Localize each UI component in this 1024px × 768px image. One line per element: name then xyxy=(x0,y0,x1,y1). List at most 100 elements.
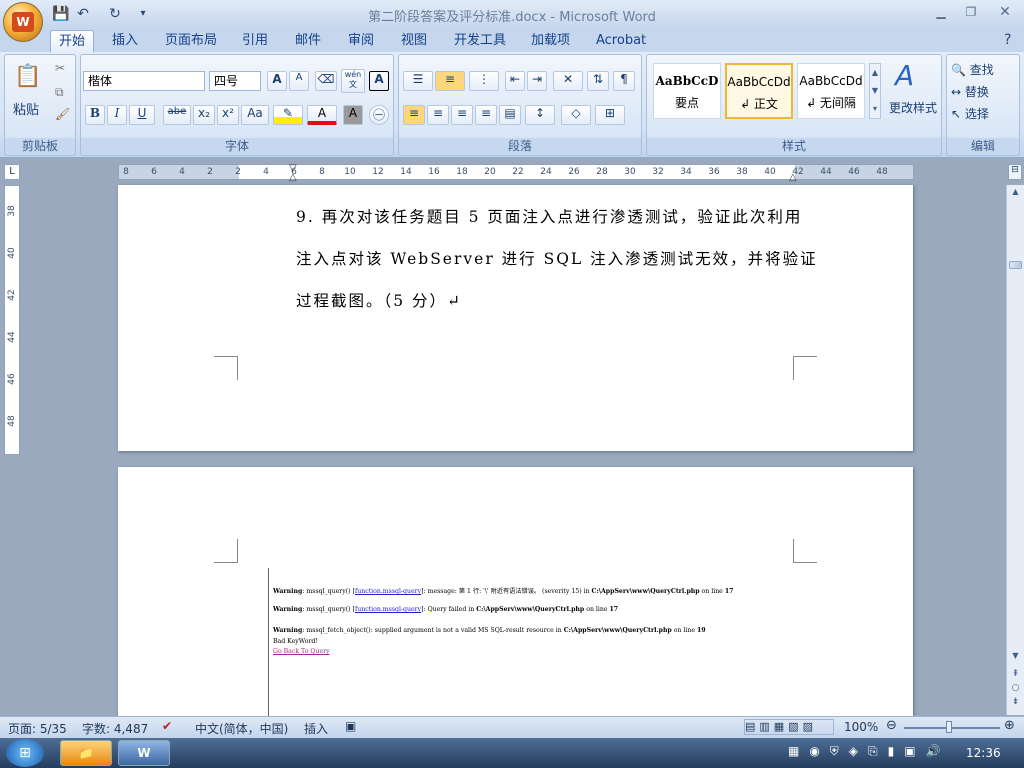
system-tray-icons[interactable]: ▦◉⛨◈⎘▮▣🔊 xyxy=(788,744,951,759)
zoom-in-icon[interactable]: ⊕ xyxy=(1004,718,1015,733)
office-button[interactable]: W xyxy=(3,2,43,42)
close-button[interactable]: ✕ xyxy=(992,3,1018,21)
word-count[interactable]: 字数: 4,487 xyxy=(82,720,148,737)
decrease-indent-icon[interactable]: ⇤ xyxy=(505,71,525,91)
copy-icon[interactable]: ⧉ xyxy=(55,85,64,100)
explorer-taskbar-icon[interactable]: 📁 xyxy=(60,740,112,766)
highlight-icon[interactable]: ✎ xyxy=(273,105,303,125)
word-taskbar-icon[interactable]: W xyxy=(118,740,170,766)
shading-icon[interactable]: ◇ xyxy=(561,105,591,125)
styles-scroll-icon[interactable]: ▲ ▼ ▾ xyxy=(869,63,881,119)
zoom-slider[interactable] xyxy=(904,727,1000,729)
replace-label: 替换 xyxy=(964,85,989,99)
justify-icon[interactable]: ≡ xyxy=(475,105,497,125)
tab-addins[interactable]: 加载项 xyxy=(523,30,578,52)
shrink-font-button[interactable]: A xyxy=(289,71,309,91)
style-gallery-item[interactable]: AaBbCcD 要点 xyxy=(653,63,721,119)
borders-icon[interactable]: ⊞ xyxy=(595,105,625,125)
view-ruler-icon[interactable]: ⊟ xyxy=(1008,164,1022,180)
tab-review[interactable]: 审阅 xyxy=(340,30,382,52)
horizontal-ruler[interactable]: 8 6 4 2 2 4 6 8 10 12 14 16 18 20 22 24 26 28 30 32 34 36 38 40… xyxy=(118,163,914,183)
right-indent-icon[interactable]: △ xyxy=(789,172,797,183)
scroll-down-icon[interactable]: ▼ xyxy=(1008,651,1023,665)
align-center-icon[interactable]: ≡ xyxy=(427,105,449,125)
char-border-button[interactable]: A xyxy=(369,71,389,91)
hanging-indent-icon[interactable]: △ xyxy=(289,172,297,183)
enclose-char-icon[interactable]: ㊀ xyxy=(369,105,389,125)
view-buttons-icon[interactable]: ▤▥▦▧▨ xyxy=(744,719,834,735)
tab-mailings[interactable]: 邮件 xyxy=(287,30,329,52)
question-line-2: 注入点对该 WebServer 进行 SQL 注入渗透测试无效，并将验证 xyxy=(296,250,818,268)
next-page-icon[interactable]: ⇟ xyxy=(1008,697,1023,711)
language-status[interactable]: 中文(简体，中国) xyxy=(195,720,288,737)
grow-font-button[interactable]: A xyxy=(267,71,287,91)
style-gallery-item[interactable]: AaBbCcDd ↲ 无间隔 xyxy=(797,63,865,119)
zoom-slider-thumb[interactable] xyxy=(946,721,952,733)
minimize-button[interactable]: ▁ xyxy=(928,3,954,21)
insert-mode[interactable]: 插入 xyxy=(304,720,328,737)
start-button-icon[interactable]: ⊞ xyxy=(6,739,44,767)
increase-indent-icon[interactable]: ⇥ xyxy=(527,71,547,91)
font-label: 字体 xyxy=(81,138,393,154)
select-button[interactable]: ↖ 选择 xyxy=(951,105,989,122)
scroll-up-icon[interactable]: ▲ xyxy=(1008,187,1023,201)
zoom-out-icon[interactable]: ⊖ xyxy=(886,718,897,733)
font-size-combo[interactable]: 四号 xyxy=(209,71,261,91)
paste-button[interactable]: 粘贴 xyxy=(13,99,39,118)
cut-icon[interactable]: ✂ xyxy=(55,61,65,75)
tab-view[interactable]: 视图 xyxy=(393,30,435,52)
tab-insert[interactable]: 插入 xyxy=(104,30,146,52)
maximize-button[interactable]: ❐ xyxy=(958,3,984,21)
find-button[interactable]: 🔍 查找 xyxy=(951,61,994,78)
font-family-combo[interactable]: 楷体 xyxy=(83,71,205,91)
change-styles-button[interactable]: 更改样式 xyxy=(889,99,937,116)
change-styles-icon[interactable]: A xyxy=(895,59,914,92)
strikethrough-button[interactable]: abe xyxy=(163,105,191,125)
sort-icon[interactable]: ⇅ xyxy=(587,71,609,91)
align-left-icon[interactable]: ≡ xyxy=(403,105,425,125)
help-icon[interactable]: ? xyxy=(1004,32,1011,48)
paste-icon[interactable]: 📋 xyxy=(11,59,45,97)
macro-record-icon[interactable]: ▣ xyxy=(345,719,356,733)
chinese-layout-icon[interactable]: ✕ xyxy=(553,71,583,91)
tab-selector-icon[interactable]: L xyxy=(4,164,20,180)
vertical-scrollbar[interactable]: ▲ ▼ ⇞ ○ ⇟ xyxy=(1006,185,1024,715)
char-shading-icon[interactable]: A xyxy=(343,105,363,125)
superscript-button[interactable]: x² xyxy=(217,105,239,125)
change-case-button[interactable]: Aa xyxy=(241,105,269,125)
bold-button[interactable]: B xyxy=(85,105,105,125)
tab-developer[interactable]: 开发工具 xyxy=(446,30,514,52)
tab-page-layout[interactable]: 页面布局 xyxy=(157,30,225,52)
proofing-icon[interactable]: ✔ xyxy=(162,719,172,733)
select-browse-object-icon[interactable]: ○ xyxy=(1008,683,1023,697)
clear-format-icon[interactable]: ⌫ xyxy=(315,71,337,91)
font-color-icon[interactable]: A xyxy=(307,105,337,125)
clock[interactable]: 12:36 xyxy=(966,746,1001,760)
paragraph-label: 段落 xyxy=(399,138,641,154)
zoom-level[interactable]: 100% xyxy=(844,720,878,734)
underline-button[interactable]: U xyxy=(129,105,155,125)
show-marks-icon[interactable]: ¶ xyxy=(613,71,635,91)
scroll-thumb[interactable] xyxy=(1009,261,1022,269)
tab-acrobat[interactable]: Acrobat xyxy=(588,30,654,52)
numbering-icon[interactable]: ≡ xyxy=(435,71,465,91)
page-count[interactable]: 页面: 5/35 xyxy=(8,720,67,737)
tab-home[interactable]: 开始 xyxy=(50,30,95,52)
vertical-ruler[interactable]: 38 40 42 44 46 48 xyxy=(4,185,20,455)
line-spacing-icon[interactable]: ↕ xyxy=(525,105,555,125)
ruler-tick: 22 xyxy=(512,167,524,177)
tab-references[interactable]: 引用 xyxy=(234,30,276,52)
bullets-icon[interactable]: ☰ xyxy=(403,71,433,91)
warning-line-2: Warning: mssql_query() [function.mssql-q… xyxy=(273,606,619,613)
align-right-icon[interactable]: ≡ xyxy=(451,105,473,125)
style-gallery-item[interactable]: AaBbCcDd ↲ 正文 xyxy=(725,63,793,119)
replace-button[interactable]: ↔ 替换 xyxy=(951,83,989,100)
multilevel-list-icon[interactable]: ⋮ xyxy=(469,71,499,91)
subscript-button[interactable]: x₂ xyxy=(193,105,215,125)
prev-page-icon[interactable]: ⇞ xyxy=(1008,669,1023,683)
format-painter-icon[interactable]: 🖌 xyxy=(55,107,70,121)
phonetic-guide-button[interactable]: wén 文 xyxy=(341,69,365,93)
italic-button[interactable]: I xyxy=(107,105,127,125)
distribute-icon[interactable]: ▤ xyxy=(499,105,521,125)
go-back-link[interactable]: Go Back To Query xyxy=(273,648,330,655)
